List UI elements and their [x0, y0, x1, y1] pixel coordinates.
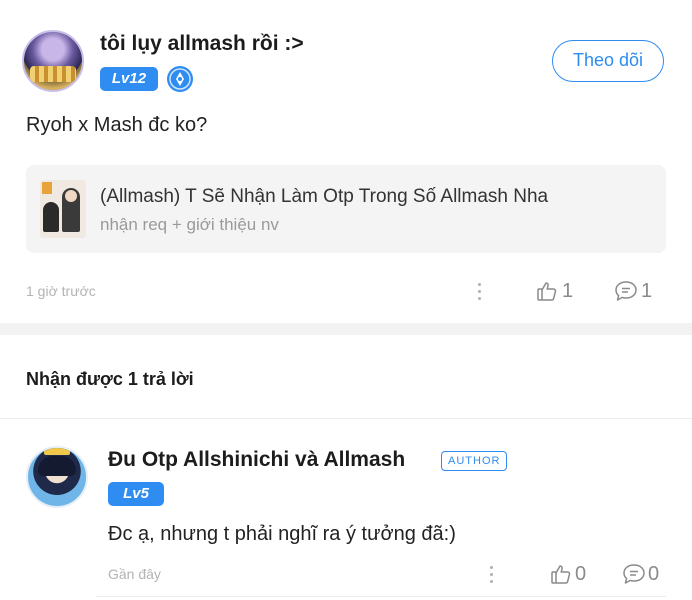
comment-bubble-icon[interactable]: [622, 563, 646, 585]
post-comment-count: 1: [641, 280, 653, 302]
more-vertical-icon[interactable]: [478, 283, 482, 301]
linked-story-card[interactable]: [26, 165, 666, 253]
section-divider: [0, 323, 692, 335]
thumbs-up-icon[interactable]: [550, 563, 572, 585]
replies-header: Nhận được 1 trả lời: [26, 369, 194, 389]
linked-story-subtitle: nhận req + giới thiệu nv: [100, 215, 279, 234]
reply-timestamp: Gần đây: [108, 566, 161, 582]
post-author-level-badge: Lv12: [100, 67, 158, 91]
post-like-count: 1: [562, 280, 574, 302]
thumbs-up-icon[interactable]: [536, 280, 558, 302]
linked-story-title[interactable]: (Allmash) T Sẽ Nhận Làm Otp Trong Số All…: [100, 186, 548, 208]
post-author-avatar[interactable]: [22, 30, 84, 92]
linked-story-cover[interactable]: [40, 180, 86, 238]
comment-bubble-icon[interactable]: [614, 280, 638, 302]
follow-button[interactable]: Theo dõi: [552, 40, 664, 82]
post-author-name[interactable]: tôi lụy allmash rồi :>: [100, 32, 304, 56]
reply-content: Đc ạ, nhưng t phải nghĩ ra ý tưởng đã:): [108, 523, 456, 545]
divider-line: [0, 418, 692, 419]
divider-line: [96, 596, 666, 597]
post-timestamp: 1 giờ trước: [26, 283, 96, 299]
reply-like-count: 0: [575, 563, 587, 585]
reply-author-avatar[interactable]: [26, 446, 88, 508]
creator-shield-icon: [166, 65, 194, 93]
reply-comment-count: 0: [648, 563, 660, 585]
reply-author-level-badge: Lv5: [108, 482, 164, 506]
post-content: Ryoh x Mash đc ko?: [26, 114, 208, 136]
reply-author-name[interactable]: Đu Otp Allshinichi và Allmash: [108, 448, 405, 472]
more-vertical-icon[interactable]: [490, 566, 494, 584]
author-tag: AUTHOR: [441, 451, 508, 471]
